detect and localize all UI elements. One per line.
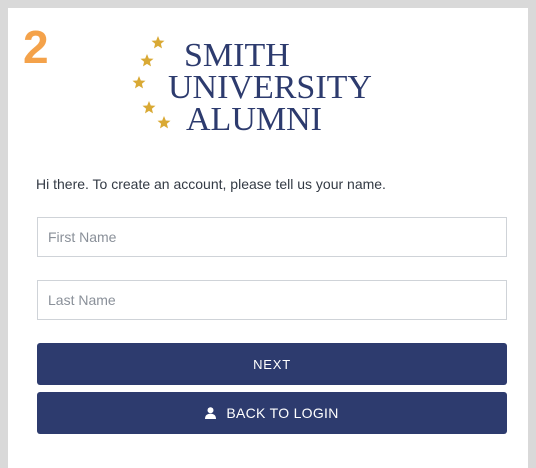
logo-star <box>142 101 156 114</box>
next-button-label: NEXT <box>253 356 291 372</box>
logo-stars <box>132 36 171 129</box>
step-number: 2 <box>23 21 49 73</box>
back-to-login-button[interactable]: BACK TO LOGIN <box>37 392 507 434</box>
page-edge <box>528 0 536 468</box>
logo-star <box>140 54 154 67</box>
back-to-login-label: BACK TO LOGIN <box>226 405 339 421</box>
logo-star <box>132 76 146 89</box>
smith-university-alumni-logo: SMITH UNIVERSITY ALUMNI <box>128 30 418 140</box>
intro-text: Hi there. To create an account, please t… <box>36 176 386 192</box>
signup-card: 2 SMITH UNIVERSITY ALUMNI Hi there. To c… <box>8 8 528 468</box>
last-name-input[interactable] <box>37 280 507 320</box>
user-icon <box>205 407 217 419</box>
first-name-input[interactable] <box>37 217 507 257</box>
logo-line-alumni: ALUMNI <box>186 101 322 138</box>
logo-star <box>157 116 171 129</box>
logo-star <box>151 36 165 49</box>
next-button[interactable]: NEXT <box>37 343 507 385</box>
